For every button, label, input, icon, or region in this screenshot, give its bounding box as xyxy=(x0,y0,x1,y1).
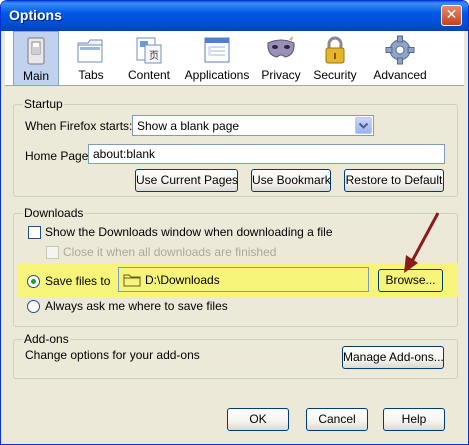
downloads-group-title: Downloads xyxy=(23,206,85,220)
save-files-to-radio[interactable] xyxy=(27,275,40,288)
home-page-input[interactable] xyxy=(88,144,445,164)
use-current-pages-button[interactable]: Use Current Pages xyxy=(135,169,238,192)
close-button[interactable]: ✕ xyxy=(441,5,462,26)
tab-advanced-label: Advanced xyxy=(373,68,427,82)
chevron-down-icon[interactable] xyxy=(355,117,372,134)
security-lock-icon xyxy=(325,36,345,64)
svg-text:页: 页 xyxy=(149,50,159,62)
tab-content[interactable]: 页 Content xyxy=(121,31,177,86)
tab-main[interactable]: Main xyxy=(13,31,59,86)
main-switch-icon xyxy=(27,37,45,65)
cancel-button[interactable]: Cancel xyxy=(306,408,368,431)
use-bookmark-button[interactable]: Use Bookmark xyxy=(251,169,331,192)
tab-privacy-label: Privacy xyxy=(261,68,301,82)
radio-selected-dot xyxy=(31,279,36,284)
tab-tabs[interactable]: Tabs xyxy=(69,31,113,86)
tab-security[interactable]: Security xyxy=(309,31,361,86)
startup-group-title: Startup xyxy=(23,97,64,111)
tab-advanced[interactable]: Advanced xyxy=(367,31,433,86)
advanced-gear-icon xyxy=(385,35,415,65)
options-window: Options ✕ Main Tabs 页 Content Applicatio… xyxy=(0,0,469,445)
always-ask-label: Always ask me where to save files xyxy=(45,299,228,313)
when-firefox-starts-label: When Firefox starts: xyxy=(25,119,133,133)
title-bar[interactable]: Options ✕ xyxy=(1,1,468,31)
applications-icon xyxy=(204,37,230,63)
tab-applications-label: Applications xyxy=(184,68,250,82)
tab-tabs-label: Tabs xyxy=(78,68,104,82)
save-files-to-label: Save files to xyxy=(45,274,111,288)
restore-to-default-button[interactable]: Restore to Default xyxy=(344,169,444,192)
tabs-icon xyxy=(77,39,103,63)
tab-main-label: Main xyxy=(22,69,49,83)
tab-security-label: Security xyxy=(313,68,357,82)
show-downloads-checkbox[interactable] xyxy=(28,226,41,239)
category-toolbar: Main Tabs 页 Content Applications Privacy… xyxy=(5,31,464,86)
addons-group-title: Add-ons xyxy=(23,332,70,346)
ok-button[interactable]: OK xyxy=(227,408,289,431)
manage-addons-button[interactable]: Manage Add-ons... xyxy=(342,346,444,369)
window-title: Options xyxy=(9,7,62,23)
privacy-mask-icon xyxy=(267,36,295,58)
tab-privacy[interactable]: Privacy xyxy=(257,31,305,86)
always-ask-radio[interactable] xyxy=(27,300,40,313)
folder-icon xyxy=(123,274,141,287)
startup-page-select[interactable]: Show a blank page xyxy=(132,115,374,136)
tab-content-label: Content xyxy=(127,68,171,82)
close-when-finished-label: Close it when all downloads are finished xyxy=(63,245,277,259)
show-downloads-label: Show the Downloads window when downloadi… xyxy=(45,225,333,239)
startup-page-value: Show a blank page xyxy=(137,119,240,133)
tab-applications[interactable]: Applications xyxy=(181,31,253,86)
home-page-label: Home Page: xyxy=(25,149,92,163)
download-folder-path: D:\Downloads xyxy=(145,273,220,287)
help-button[interactable]: Help xyxy=(383,408,445,431)
download-folder-field[interactable]: D:\Downloads xyxy=(118,267,369,292)
content-icon: 页 xyxy=(136,37,162,64)
addons-description: Change options for your add-ons xyxy=(25,348,200,362)
close-icon: ✕ xyxy=(445,7,458,23)
close-when-finished-checkbox[interactable] xyxy=(46,246,59,259)
annotation-arrow-icon xyxy=(404,212,440,273)
